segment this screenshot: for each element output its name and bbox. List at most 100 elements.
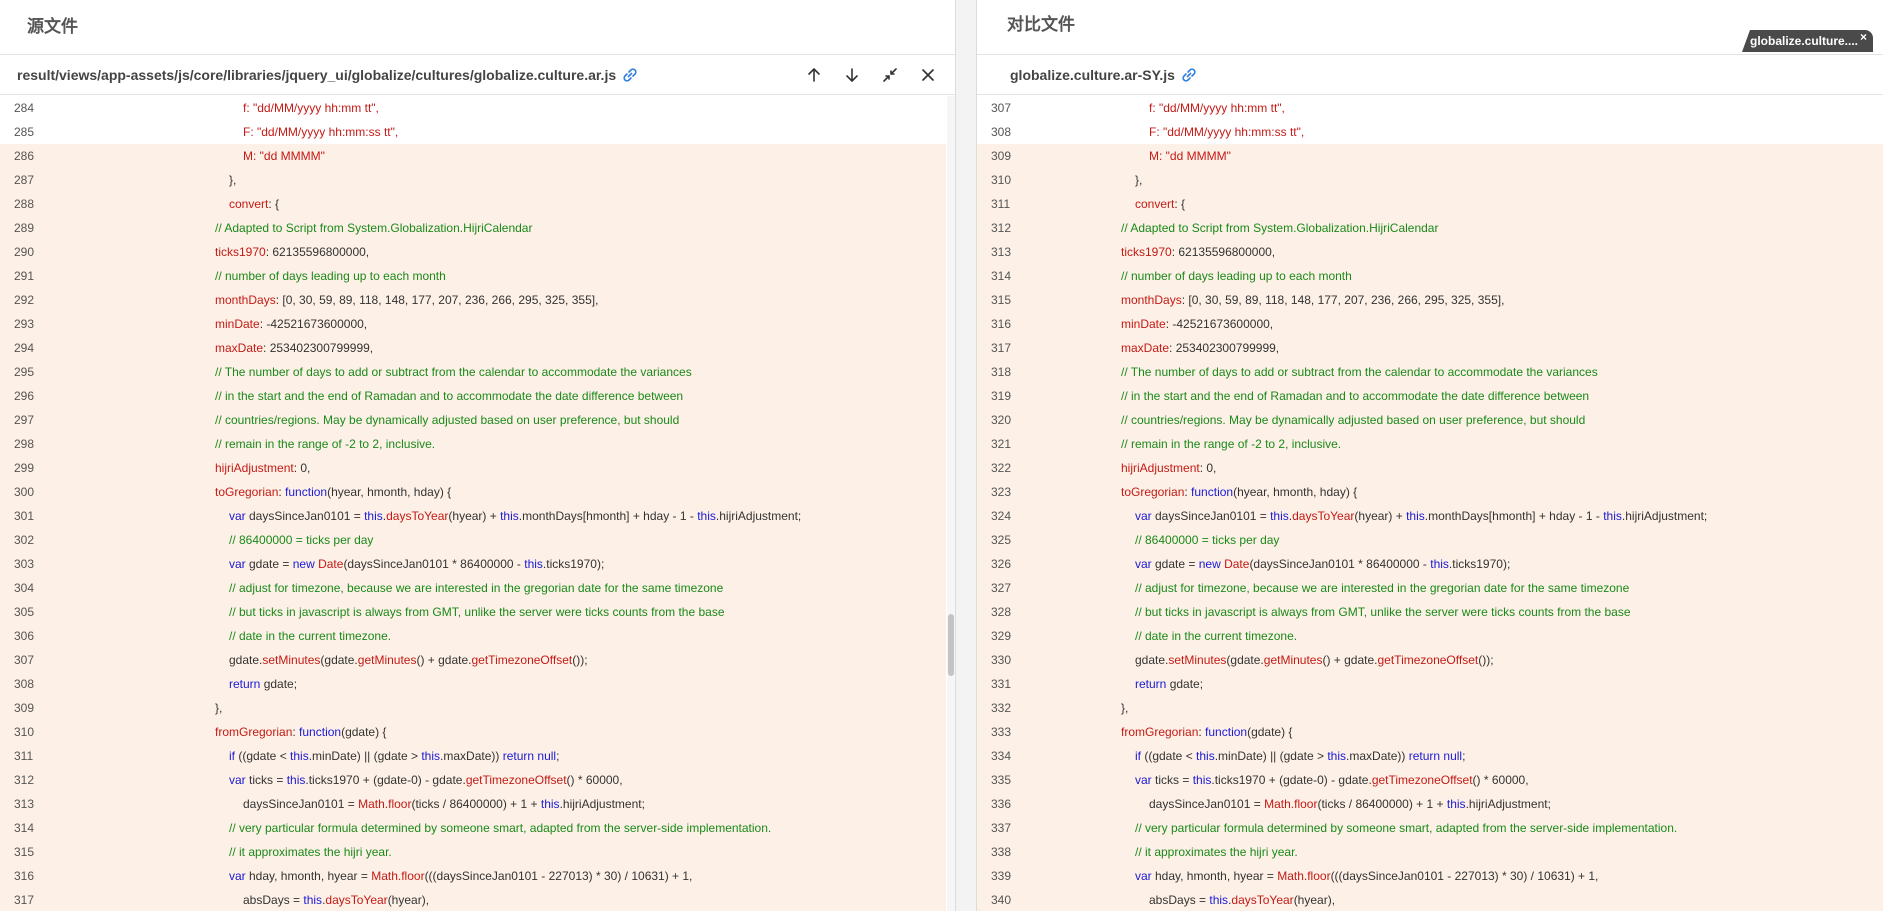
code-token: // adjust for timezone, because we are i… [229, 581, 724, 595]
line-number: 284 [14, 101, 35, 115]
line-number: 309 [991, 149, 1012, 163]
link-icon[interactable] [1181, 68, 1197, 82]
line-number: 338 [991, 845, 1012, 859]
code-line: 328 // but ticks in javascript is always … [977, 600, 1883, 624]
line-number: 335 [991, 773, 1012, 787]
code-text: ticks1970: 62135596800000, [215, 240, 369, 264]
code-token: daysSinceJan0101 = [245, 509, 365, 523]
line-number: 316 [14, 869, 35, 883]
next-diff-button[interactable] [840, 63, 864, 87]
code-line: 338 // it approximates the hijri year. [977, 840, 1883, 864]
code-text: // 86400000 = ticks per day [229, 528, 373, 552]
link-icon[interactable] [622, 68, 638, 82]
code-token: : 0, [293, 461, 311, 475]
file-tab[interactable]: globalize.culture.... × [1742, 30, 1873, 52]
code-token: (gdate. [1226, 653, 1264, 667]
code-token: ticks = [245, 773, 287, 787]
code-text: minDate: -42521673600000, [1121, 312, 1273, 336]
code-text: // in the start and the end of Ramadan a… [1121, 384, 1589, 408]
code-token: }, [1135, 173, 1143, 187]
code-text: return gdate; [229, 672, 297, 696]
code-token: gdate = [245, 557, 293, 571]
code-token: gdate. [1135, 653, 1169, 667]
code-token: function [1191, 485, 1234, 499]
code-line: 303 var gdate = new Date(daysSinceJan0101… [0, 552, 946, 576]
code-token: Date [318, 557, 344, 571]
code-token: () + gdate. [1322, 653, 1378, 667]
code-text: var gdate = new Date(daysSinceJan0101 * … [229, 552, 604, 576]
code-token: this [290, 749, 309, 763]
code-token: function [285, 485, 328, 499]
code-line: 336 daysSinceJan0101 = Math.floor(ticks /… [977, 792, 1883, 816]
code-line: 315 monthDays: [0, 30, 59, 89, 118, 148, … [977, 288, 1883, 312]
line-number: 285 [14, 125, 35, 139]
source-scroll-thumb[interactable] [948, 614, 954, 676]
code-token: f: "dd/MM/yyyy hh:mm tt", [1149, 101, 1285, 115]
code-token: monthDays [1121, 293, 1182, 307]
code-token: // countries/regions. May be dynamically… [1121, 413, 1586, 427]
line-number: 317 [991, 341, 1012, 355]
source-pane-header: 源文件 [0, 0, 955, 55]
source-code-view[interactable]: 284 f: "dd/MM/yyyy hh:mm tt", 285 F: "dd/MM… [0, 96, 955, 911]
collapse-button[interactable] [878, 63, 902, 87]
code-text: f: "dd/MM/yyyy hh:mm tt", [243, 96, 379, 120]
code-token: }, [229, 173, 237, 187]
code-line: 287}, [0, 168, 946, 192]
line-number: 340 [991, 893, 1012, 907]
code-text: }, [215, 696, 222, 720]
code-token: gdate; [1166, 677, 1204, 691]
code-text: // remain in the range of -2 to 2, inclu… [215, 432, 435, 456]
code-token: this [1196, 749, 1215, 763]
code-token: this [286, 773, 306, 787]
prev-diff-button[interactable] [802, 63, 826, 87]
code-token: : 62135596800000, [1171, 245, 1276, 259]
code-line: 308 F: "dd/MM/yyyy hh:mm:ss tt", [977, 120, 1883, 144]
source-scrollbar[interactable] [947, 96, 955, 911]
code-text: // it approximates the hijri year. [229, 840, 392, 864]
code-text: F: "dd/MM/yyyy hh:mm:ss tt", [243, 120, 398, 144]
close-button[interactable] [916, 63, 940, 87]
code-text: }, [229, 168, 236, 192]
code-line: 296 // in the start and the end of Ramada… [0, 384, 946, 408]
code-line: 288 convert: { [0, 192, 946, 216]
code-token: : 253402300799999, [1169, 341, 1280, 355]
code-token: .minDate) || (gdate > [1214, 749, 1328, 763]
code-token: this [524, 557, 543, 571]
file-tab-close-icon[interactable]: × [1860, 30, 1867, 44]
line-number: 299 [14, 461, 35, 475]
code-token: }, [215, 701, 223, 715]
code-token: Math.floor [1277, 869, 1331, 883]
code-token: ; [556, 749, 560, 763]
code-token: (hyear, hmonth, hday) { [327, 485, 452, 499]
code-text: // adjust for timezone, because we are i… [1135, 576, 1629, 600]
source-file-path-text: result/views/app-assets/js/core/librarie… [17, 67, 617, 83]
code-token: var [229, 773, 246, 787]
code-token: return [1135, 677, 1167, 691]
compare-file-path-text: globalize.culture.ar-SY.js [1010, 67, 1175, 83]
line-number: 307 [14, 653, 35, 667]
line-number: 322 [991, 461, 1012, 475]
code-token: maxDate [1121, 341, 1170, 355]
line-number: 302 [14, 533, 35, 547]
code-line: 315 // it approximates the hijri year. [0, 840, 946, 864]
code-line: 300 toGregorian: function(hyear, hmonth, … [0, 480, 946, 504]
code-line: 323 toGregorian: function(hyear, hmonth, … [977, 480, 1883, 504]
code-token: (gdate) { [1247, 725, 1293, 739]
code-token: gdate; [260, 677, 298, 691]
code-token: (gdate) { [341, 725, 387, 739]
code-text: var daysSinceJan0101 = this.daysToYear(h… [229, 504, 801, 528]
code-token: .hijriAdjustment; [1465, 797, 1551, 811]
code-token: gdate = [1151, 557, 1199, 571]
code-text: // but ticks in javascript is always fro… [1135, 600, 1631, 624]
code-token: ()); [572, 653, 588, 667]
code-token: .hijriAdjustment; [715, 509, 802, 523]
code-token: // it approximates the hijri year. [1135, 845, 1298, 859]
pane-splitter[interactable] [955, 0, 977, 911]
line-number: 313 [14, 797, 35, 811]
code-token: this [303, 893, 323, 907]
code-line: 293 minDate: -42521673600000, [0, 312, 946, 336]
compare-code-view[interactable]: 307 f: "dd/MM/yyyy hh:mm tt", 308 F: "dd/MM… [977, 96, 1883, 911]
code-text: // 86400000 = ticks per day [1135, 528, 1279, 552]
code-text: toGregorian: function(hyear, hmonth, hda… [215, 480, 451, 504]
code-text: minDate: -42521673600000, [215, 312, 367, 336]
